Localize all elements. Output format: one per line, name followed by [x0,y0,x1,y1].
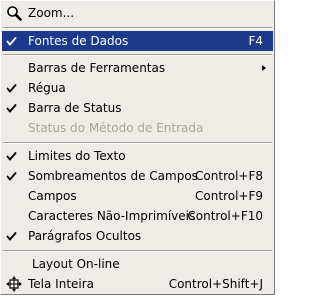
menu-item-label: Tela Inteira [28,277,95,291]
checkmark-icon [6,83,17,93]
menu-item-label: Parágrafos Ocultos [28,229,142,243]
menu-item-caracteres-nao-imprimiveis[interactable]: Caracteres Não-Imprimíveis Control+F10 [2,206,273,226]
menu-item-label: Limites do Texto [28,149,126,163]
menu-item-shortcut: Control+F8 [195,169,263,183]
menu-item-label: Fontes de Dados [28,34,129,48]
view-menu: Zoom... Fontes de Dados F4 Barras de Fer… [0,0,275,295]
separator [3,54,272,56]
submenu-arrow-icon [262,65,266,71]
menu-item-label: Caracteres Não-Imprimíveis [28,209,196,223]
menu-item-label: Barra de Status [28,101,122,115]
checkmark-icon [6,231,17,241]
menu-item-label: Status do Método de Entrada [28,121,204,135]
menu-item-campos[interactable]: Campos Control+F9 [2,186,273,206]
checkmark-icon [6,171,17,181]
menu-item-shortcut: Control+F10 [187,209,263,223]
checkmark-icon [6,36,17,46]
menu-item-label: Sombreamentos de Campos [28,169,198,183]
menu-item-shortcut: F4 [248,34,263,48]
menu-item-barra-de-status[interactable]: Barra de Status [2,98,273,118]
menu-item-shortcut: Control+Shift+J [168,277,263,291]
checkmark-icon [6,151,17,161]
menu-item-shortcut: Control+F9 [195,189,263,203]
separator [3,250,272,252]
separator [3,142,272,144]
menu-item-tela-inteira[interactable]: Tela Inteira Control+Shift+J [2,274,273,294]
menu-item-limites-do-texto[interactable]: Limites do Texto [2,146,273,166]
menu-item-sombreamentos-de-campos[interactable]: Sombreamentos de Campos Control+F8 [2,166,273,186]
fullscreen-icon [6,276,22,292]
menu-item-label: Campos [28,189,77,203]
menu-item-label: Barras de Ferramentas [28,61,166,75]
magnifier-icon [7,6,22,21]
menu-item-layout-online[interactable]: Layout On-line [2,254,273,274]
menu-item-paragrafos-ocultos[interactable]: Parágrafos Ocultos [2,226,273,246]
menu-item-barras-de-ferramentas[interactable]: Barras de Ferramentas [2,58,273,78]
menu-item-fontes-de-dados[interactable]: Fontes de Dados F4 [2,31,273,51]
separator [3,27,272,29]
menu-item-regua[interactable]: Régua [2,78,273,98]
menu-item-status-do-metodo-de-entrada: Status do Método de Entrada [2,118,273,138]
menu-item-label: Layout On-line [32,257,120,271]
menu-item-label: Zoom... [28,6,75,20]
menu-item-zoom[interactable]: Zoom... [2,3,273,23]
checkmark-icon [6,103,17,113]
menu-item-label: Régua [28,81,66,95]
